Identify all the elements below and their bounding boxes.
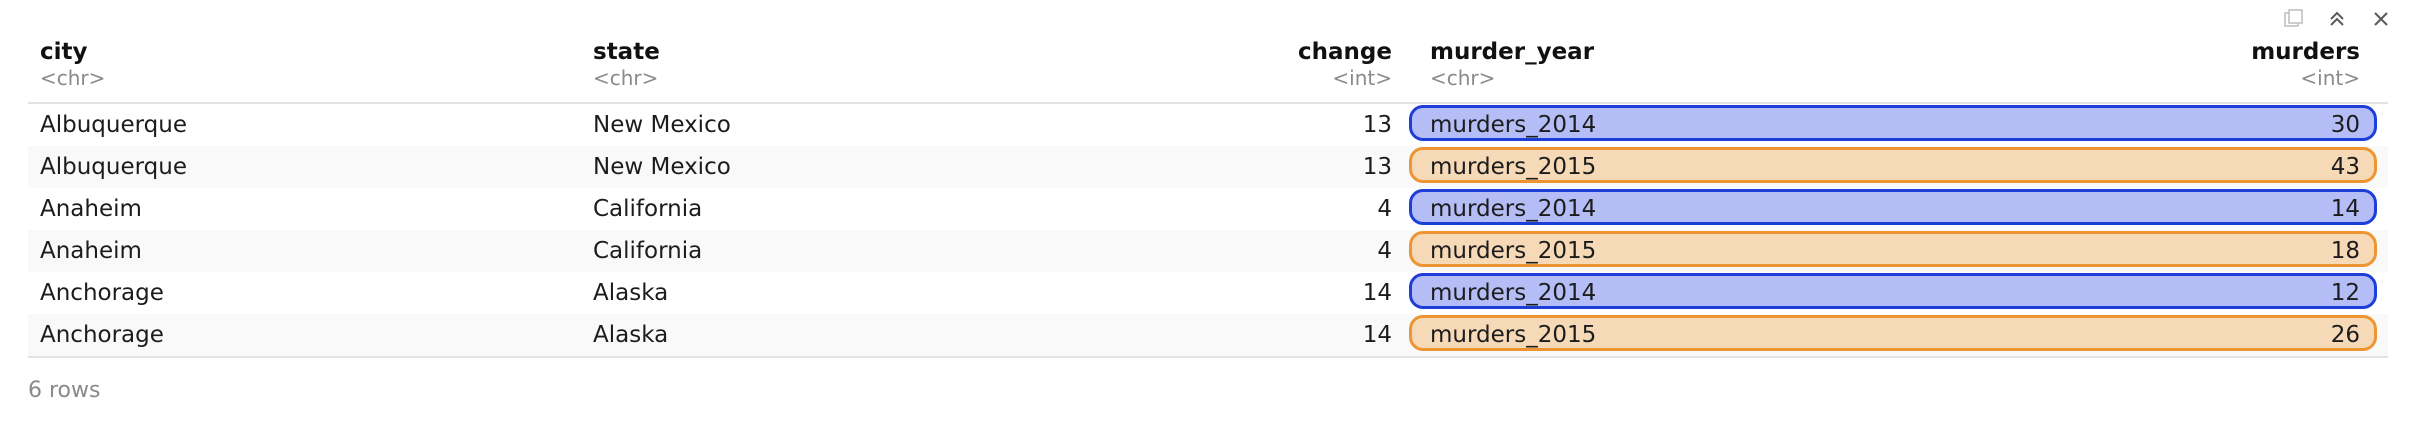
cell-murder-year: murders_2015 <box>1430 322 1597 348</box>
cell-murders: 12 <box>2330 280 2360 306</box>
cell-city: Albuquerque <box>40 154 188 180</box>
column-type: <int> <box>2300 66 2360 90</box>
cell-murder-year: murders_2014 <box>1430 196 1597 222</box>
cell-murders: 26 <box>2330 322 2360 348</box>
cell-murder-year: murders_2014 <box>1430 280 1597 306</box>
cell-city: Anaheim <box>40 196 142 222</box>
column-header-change[interactable]: change <int> <box>1238 38 1392 90</box>
copy-icon[interactable] <box>2282 8 2304 30</box>
cell-change: 13 <box>1362 112 1392 138</box>
column-type: <chr> <box>1430 66 1496 90</box>
cell-murder-year: murders_2015 <box>1430 154 1597 180</box>
cell-murder-year: murders_2015 <box>1430 238 1597 264</box>
column-header-murders[interactable]: murders <int> <box>2188 38 2360 90</box>
cell-murder-year: murders_2014 <box>1430 112 1597 138</box>
table-row: Albuquerque New Mexico 13 murders_2014 3… <box>28 104 2388 146</box>
cell-state: California <box>593 238 703 264</box>
table-row: Albuquerque New Mexico 13 murders_2015 4… <box>28 146 2388 188</box>
cell-city: Anchorage <box>40 280 164 306</box>
column-header-city[interactable]: city <chr> <box>40 38 105 90</box>
data-viewer: city <chr> state <chr> change <int> murd… <box>0 0 2412 432</box>
column-name: city <box>40 39 88 65</box>
column-name: murders <box>2251 39 2360 65</box>
column-type: <chr> <box>593 66 659 90</box>
data-table: city <chr> state <chr> change <int> murd… <box>28 38 2388 358</box>
column-type: <int> <box>1332 66 1392 90</box>
collapse-icon[interactable] <box>2326 8 2348 30</box>
cell-state: Alaska <box>593 280 669 306</box>
cell-state: California <box>593 196 703 222</box>
table-row: Anchorage Alaska 14 murders_2015 26 <box>28 314 2388 358</box>
cell-change: 4 <box>1377 238 1392 264</box>
cell-murders: 43 <box>2330 154 2360 180</box>
cell-murders: 30 <box>2330 112 2360 138</box>
column-name: state <box>593 39 660 65</box>
cell-state: Alaska <box>593 322 669 348</box>
table-header: city <chr> state <chr> change <int> murd… <box>28 38 2388 104</box>
cell-change: 14 <box>1362 322 1392 348</box>
cell-state: New Mexico <box>593 112 731 138</box>
table-row: Anchorage Alaska 14 murders_2014 12 <box>28 272 2388 314</box>
viewer-toolbar <box>2282 8 2392 30</box>
column-header-murder-year[interactable]: murder_year <chr> <box>1430 38 1594 90</box>
cell-murders: 18 <box>2330 238 2360 264</box>
cell-change: 4 <box>1377 196 1392 222</box>
cell-city: Anaheim <box>40 238 142 264</box>
cell-state: New Mexico <box>593 154 731 180</box>
table-row: Anaheim California 4 murders_2015 18 <box>28 230 2388 272</box>
cell-city: Anchorage <box>40 322 164 348</box>
column-name: change <box>1298 39 1392 65</box>
cell-change: 13 <box>1362 154 1392 180</box>
cell-change: 14 <box>1362 280 1392 306</box>
column-type: <chr> <box>40 66 106 90</box>
close-icon[interactable] <box>2370 8 2392 30</box>
column-header-state[interactable]: state <chr> <box>593 38 660 90</box>
row-count: 6 rows <box>28 378 101 403</box>
column-name: murder_year <box>1430 39 1595 65</box>
table-row: Anaheim California 4 murders_2014 14 <box>28 188 2388 230</box>
cell-city: Albuquerque <box>40 112 188 138</box>
cell-murders: 14 <box>2330 196 2360 222</box>
